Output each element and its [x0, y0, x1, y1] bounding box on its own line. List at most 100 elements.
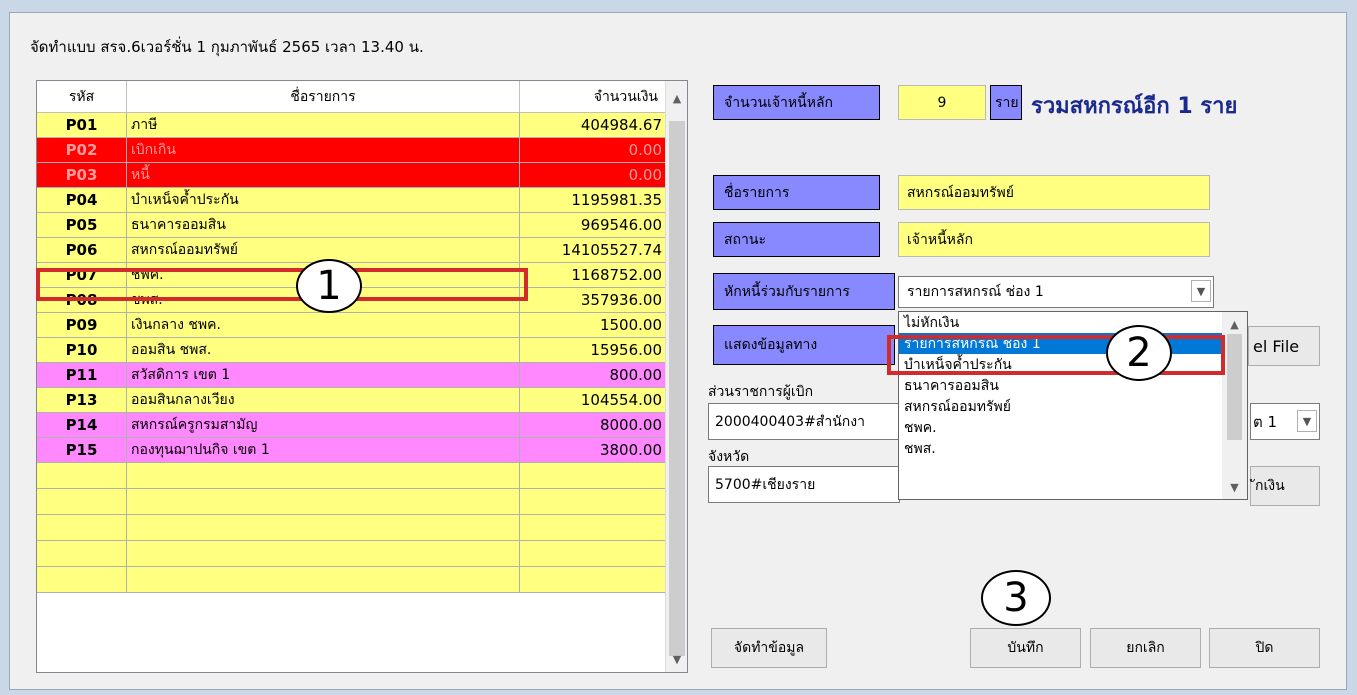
dropdown-option[interactable]: ไม่หักเงิน [899, 312, 1247, 333]
money-button[interactable]: ักเงิน [1250, 466, 1320, 506]
close-button[interactable]: ปิด [1209, 628, 1320, 668]
row-amount: 1168752.00 [520, 263, 667, 287]
combine-value: รายการสหกรณ์ ช่อง 1 [907, 284, 1044, 300]
grid-header: รหัส ชื่อรายการ จำนวนเงิน [37, 81, 667, 113]
empty-cell [127, 567, 520, 592]
status-label: สถานะ [713, 222, 880, 257]
row-code: P02 [37, 138, 127, 162]
status-field[interactable]: เจ้าหนี้หลัก [898, 222, 1210, 257]
row-amount: 0.00 [520, 163, 667, 187]
table-row[interactable]: P04 บำเหน็จค้ำประกัน 1195981.35 [37, 188, 667, 213]
dropdown-option[interactable]: ธนาคารออมสิน [899, 375, 1247, 396]
scroll-up-icon[interactable]: ▲ [666, 87, 687, 109]
grid-scrollbar[interactable]: ▲ ▼ [665, 81, 687, 672]
row-name: สวัสดิการ เขต 1 [127, 363, 520, 387]
header-code[interactable]: รหัส [37, 81, 127, 112]
row-name: บำเหน็จค้ำประกัน [127, 188, 520, 212]
step-2-marker: 2 [1106, 325, 1172, 381]
empty-cell [37, 489, 127, 514]
highlight-row-p06 [36, 268, 528, 301]
table-row[interactable]: P09 เงินกลาง ชพค. 1500.00 [37, 313, 667, 338]
summary-text: รวมสหกรณ์อีก 1 ราย [1031, 94, 1238, 119]
empty-row[interactable] [37, 567, 667, 593]
scroll-thumb[interactable] [669, 121, 685, 656]
row-name: หนี้ [127, 163, 520, 187]
creditor-count-field[interactable]: 9 [898, 85, 986, 120]
empty-row[interactable] [37, 463, 667, 489]
dropdown-scroll-up-icon[interactable]: ▲ [1222, 314, 1247, 334]
empty-cell [37, 463, 127, 488]
row-amount: 800.00 [520, 363, 667, 387]
table-row[interactable]: P06 สหกรณ์ออมทรัพย์ 14105527.74 [37, 238, 667, 263]
dropdown-option[interactable]: สหกรณ์ออมทรัพย์ [899, 396, 1247, 417]
step-1-marker: 1 [296, 259, 362, 313]
row-code: P01 [37, 113, 127, 137]
row-amount: 104554.00 [520, 388, 667, 412]
table-row[interactable]: P02 เบิกเกิน 0.00 [37, 138, 667, 163]
row-code: P14 [37, 413, 127, 437]
dropdown-option[interactable]: ชพค. [899, 417, 1247, 438]
empty-cell [520, 541, 667, 566]
save-button[interactable]: บันทึก [970, 628, 1081, 668]
zone-chevron-icon[interactable]: ▼ [1297, 410, 1317, 432]
row-name: ออมสินกลางเวียง [127, 388, 520, 412]
empty-cell [127, 463, 520, 488]
header-amount[interactable]: จำนวนเงิน [520, 81, 667, 112]
cancel-button[interactable]: ยกเลิก [1090, 628, 1201, 668]
table-row[interactable]: P14 สหกรณ์ครูกรมสามัญ 8000.00 [37, 413, 667, 438]
empty-cell [37, 541, 127, 566]
grid-rows: P01 ภาษี 404984.67 P02 เบิกเกิน 0.00 P03 หนี้ 0.… [37, 113, 667, 593]
dropdown-scrollbar[interactable]: ▲ ▼ [1222, 312, 1247, 499]
combine-label: หักหนี้ร่วมกับรายการ [713, 273, 895, 310]
excel-file-button[interactable]: el File [1248, 326, 1320, 366]
item-name-field[interactable]: สหกรณ์ออมทรัพย์ [898, 175, 1210, 210]
unit-label: ราย [990, 85, 1022, 120]
empty-row[interactable] [37, 541, 667, 567]
empty-row[interactable] [37, 489, 667, 515]
row-amount: 1500.00 [520, 313, 667, 337]
table-row[interactable]: P10 ออมสิน ชพส. 15956.00 [37, 338, 667, 363]
prepare-data-button[interactable]: จัดทำข้อมูล [711, 628, 827, 668]
creditor-count-label: จำนวนเจ้าหนี้หลัก [713, 85, 880, 120]
window-title: จัดทำแบบ สรจ.6เวอร์ชั่น 1 กุมภาพันธ์ 256… [30, 38, 424, 56]
agency-field[interactable]: 2000400403#สำนักงา [708, 403, 900, 440]
row-amount: 0.00 [520, 138, 667, 162]
empty-cell [520, 567, 667, 592]
row-amount: 969546.00 [520, 213, 667, 237]
empty-cell [520, 489, 667, 514]
row-code: P11 [37, 363, 127, 387]
row-amount: 1195981.35 [520, 188, 667, 212]
dropdown-scroll-thumb[interactable] [1227, 334, 1242, 440]
province-field[interactable]: 5700#เชียงราย [708, 466, 900, 503]
dropdown-option[interactable]: ชพส. [899, 438, 1247, 459]
highlight-option [887, 335, 1225, 375]
table-row[interactable]: P11 สวัสดิการ เขต 1 800.00 [37, 363, 667, 388]
table-row[interactable]: P05 ธนาคารออมสิน 969546.00 [37, 213, 667, 238]
table-row[interactable]: P03 หนี้ 0.00 [37, 163, 667, 188]
table-row[interactable]: P15 กองทุนฌาปนกิจ เขต 1 3800.00 [37, 438, 667, 463]
empty-row[interactable] [37, 515, 667, 541]
row-name: ออมสิน ชพส. [127, 338, 520, 362]
row-amount: 15956.00 [520, 338, 667, 362]
chevron-down-icon[interactable]: ▼ [1191, 280, 1211, 302]
scroll-down-icon[interactable]: ▼ [666, 648, 687, 670]
row-name: ธนาคารออมสิน [127, 213, 520, 237]
row-name: กองทุนฌาปนกิจ เขต 1 [127, 438, 520, 462]
row-code: P05 [37, 213, 127, 237]
empty-cell [520, 515, 667, 540]
row-code: P03 [37, 163, 127, 187]
items-grid[interactable]: รหัส ชื่อรายการ จำนวนเงิน P01 ภาษี 404984.… [36, 80, 688, 673]
province-label: จังหวัด [708, 449, 750, 465]
combine-combobox[interactable]: รายการสหกรณ์ ช่อง 1 ▼ [898, 276, 1214, 308]
row-name: เบิกเกิน [127, 138, 520, 162]
row-amount: 8000.00 [520, 413, 667, 437]
table-row[interactable]: P01 ภาษี 404984.67 [37, 113, 667, 138]
zone-value: ต 1 [1253, 412, 1278, 431]
zone-combobox[interactable]: ต 1 ▼ [1250, 403, 1320, 440]
table-row[interactable]: P13 ออมสินกลางเวียง 104554.00 [37, 388, 667, 413]
dropdown-scroll-down-icon[interactable]: ▼ [1222, 477, 1247, 497]
header-name[interactable]: ชื่อรายการ [127, 81, 520, 112]
row-code: P10 [37, 338, 127, 362]
item-name-label: ชื่อรายการ [713, 175, 880, 210]
agency-label: ส่วนราชการผู้เบิก [708, 384, 814, 400]
